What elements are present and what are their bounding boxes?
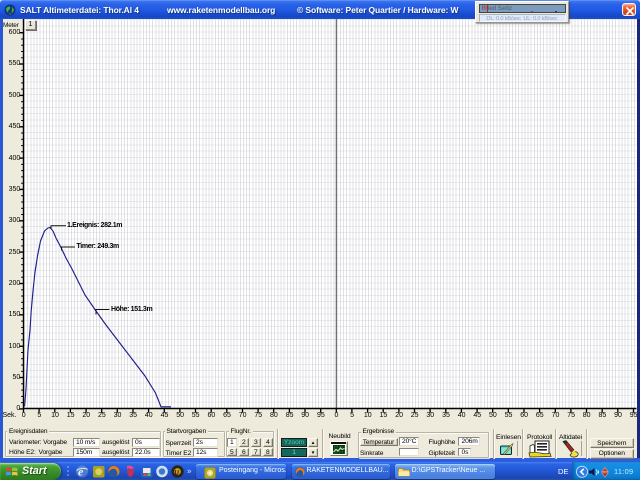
svg-text:»: » xyxy=(187,467,192,476)
svg-text:e: e xyxy=(78,465,84,479)
svg-text:U: U xyxy=(175,470,179,476)
